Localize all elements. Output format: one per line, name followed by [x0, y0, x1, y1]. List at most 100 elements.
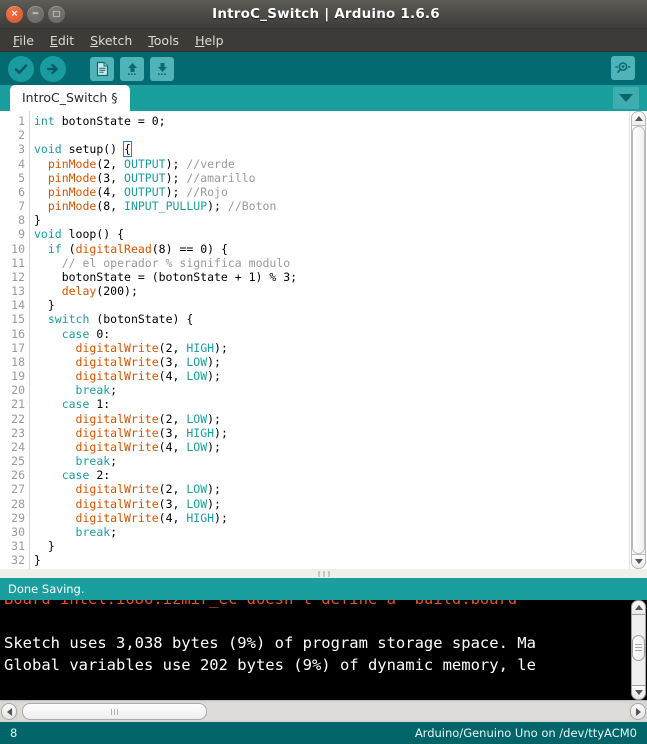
code-line: case 1: — [61, 397, 111, 412]
line-number: 24 — [11, 439, 25, 454]
serial-monitor-button[interactable] — [611, 56, 635, 80]
menu-item-help[interactable]: Help — [188, 31, 231, 50]
line-number: 12 — [11, 269, 25, 284]
new-button[interactable] — [90, 56, 114, 81]
triangle-down-icon — [634, 559, 643, 564]
scrollbar-thumb[interactable] — [632, 126, 645, 554]
menu-item-sketch[interactable]: Sketch — [83, 31, 139, 50]
console-panel[interactable]: Board intel:i686:izmir_ec doesn't define… — [0, 600, 647, 700]
line-number: 11 — [11, 255, 25, 270]
magnifier-icon — [615, 62, 631, 74]
line-number: 18 — [11, 354, 25, 369]
console-output[interactable]: Board intel:i686:izmir_ec doesn't define… — [0, 600, 630, 700]
thumb-grip — [635, 644, 642, 646]
code-editor[interactable]: 1 2 3 4 5 6 7 8 9 10 11 12 13 14 15 16 1… — [0, 111, 647, 569]
close-window-button[interactable]: × — [6, 5, 23, 23]
line-number: 32 — [11, 553, 25, 568]
code-line: switch (botonState) { — [47, 312, 194, 327]
splitter-grip — [322, 570, 325, 577]
line-number: 28 — [11, 496, 25, 511]
maximize-window-button[interactable]: □ — [48, 5, 65, 23]
status-message-text: Done Saving. — [8, 582, 85, 596]
hscrollbar-thumb[interactable] — [22, 703, 207, 720]
line-number: 31 — [11, 539, 25, 554]
thumb-grip — [111, 708, 112, 715]
menu-label: ile — [19, 32, 34, 48]
tab-label: IntroC_Switch § — [22, 90, 118, 106]
code-text-area[interactable]: int botonState = 0; void setup() { pinMo… — [30, 111, 647, 569]
menu-item-file[interactable]: File — [6, 31, 41, 50]
line-number: 9 — [18, 227, 25, 242]
scroll-right-button[interactable] — [630, 703, 646, 720]
code-line: digitalWrite(2, LOW); — [75, 411, 221, 426]
code-line: break; — [75, 524, 118, 539]
console-line: Board intel:i686:izmir_ec doesn't define… — [4, 600, 626, 610]
open-button[interactable] — [120, 56, 144, 81]
minimize-window-button[interactable]: − — [27, 5, 44, 23]
code-line: // el operador % significa modulo — [61, 255, 291, 270]
editor-vertical-scrollbar[interactable] — [629, 111, 647, 569]
console-scroll-down-button[interactable] — [631, 685, 646, 700]
status-message: Done Saving. — [0, 578, 647, 600]
line-number: 22 — [11, 411, 25, 426]
console-scrollbar-thumb[interactable] — [632, 634, 645, 662]
triangle-left-icon — [6, 707, 12, 716]
bottom-status-bar: 8 Arduino/Genuino Uno on /dev/ttyACM0 — [0, 722, 647, 744]
code-line: } — [34, 298, 55, 313]
console-scrollbar-track[interactable] — [631, 615, 646, 685]
line-number-gutter: 1 2 3 4 5 6 7 8 9 10 11 12 13 14 15 16 1… — [0, 111, 30, 569]
tab-menu-button[interactable] — [613, 87, 639, 109]
console-horizontal-scrollbar[interactable] — [0, 700, 647, 722]
line-number: 1 — [18, 114, 25, 128]
menu-label: ketch — [98, 32, 133, 48]
code-line: } — [34, 539, 55, 554]
thumb-grip — [635, 647, 642, 649]
line-number: 17 — [11, 340, 25, 355]
menu-item-edit[interactable]: Edit — [43, 31, 81, 50]
menu-item-tools[interactable]: Tools — [141, 31, 186, 50]
upload-button[interactable] — [40, 55, 66, 82]
thumb-grip — [117, 708, 118, 715]
scroll-down-button[interactable] — [631, 554, 646, 569]
line-number: 19 — [11, 369, 25, 384]
save-button[interactable] — [150, 56, 174, 81]
line-number: 27 — [11, 482, 25, 497]
line-number: 25 — [11, 454, 25, 469]
line-number: 13 — [11, 284, 25, 299]
code-line: digitalWrite(2, LOW); — [75, 482, 221, 497]
code-line: int botonState = 0; — [34, 114, 166, 128]
menu-label: ools — [153, 32, 180, 48]
splitter-grip — [317, 570, 320, 577]
code-line: digitalWrite(3, HIGH); — [75, 425, 228, 440]
menu-label: dit — [57, 32, 75, 48]
menu-label: elp — [204, 32, 224, 48]
tab-introc-switch[interactable]: IntroC_Switch § — [10, 85, 130, 111]
triangle-down-icon — [634, 690, 643, 695]
code-line: } — [34, 553, 41, 568]
line-number: 8 — [18, 213, 25, 228]
title-bar: × − □ IntroC_Switch | Arduino 1.6.6 — [0, 0, 647, 29]
menu-mnemonic: E — [49, 32, 58, 48]
maximize-icon: □ — [52, 9, 61, 18]
hscrollbar-track[interactable] — [18, 703, 629, 720]
code-line: pinMode(2, OUTPUT); //verde — [47, 156, 235, 171]
scrollbar-track[interactable] — [631, 126, 646, 554]
line-number: 29 — [11, 510, 25, 525]
editor-console-splitter[interactable] — [0, 569, 647, 578]
verify-button[interactable] — [8, 55, 34, 82]
scroll-up-button[interactable] — [631, 111, 646, 126]
splitter-grip — [327, 570, 330, 577]
code-line: case 0: — [61, 326, 111, 341]
console-vertical-scrollbar[interactable] — [630, 600, 647, 700]
code-line: pinMode(4, OUTPUT); //Rojo — [47, 184, 228, 199]
line-number: 14 — [11, 298, 25, 313]
code-line: botonState = (botonState + 1) % 3; — [34, 269, 298, 284]
line-number: 15 — [11, 312, 25, 327]
triangle-up-icon — [634, 116, 643, 121]
console-scroll-up-button[interactable] — [631, 600, 646, 615]
tab-bar: IntroC_Switch § — [0, 85, 647, 111]
scroll-left-button[interactable] — [1, 703, 17, 720]
code-line: if (digitalRead(8) == 0) { — [47, 241, 228, 256]
line-number: 3 — [18, 142, 25, 157]
menu-mnemonic: S — [90, 32, 99, 48]
